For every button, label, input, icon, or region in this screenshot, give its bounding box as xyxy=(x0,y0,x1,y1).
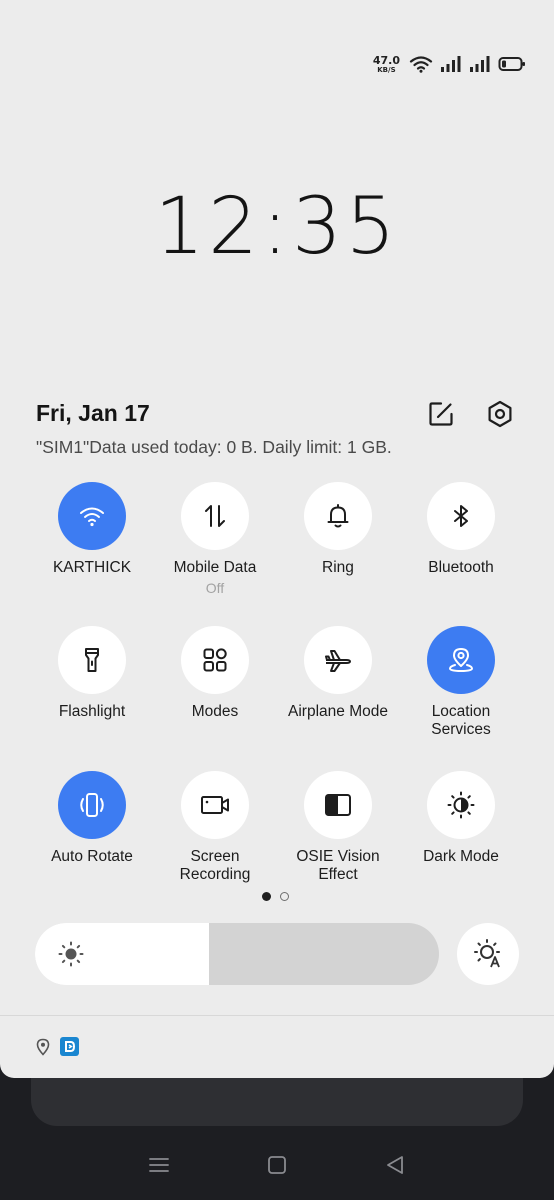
app-badge-icon xyxy=(60,1037,79,1056)
tile-airplane-mode[interactable]: Airplane Mode xyxy=(276,626,400,721)
tile-label: OSIE Vision Effect xyxy=(296,848,380,883)
tile-mobile-data[interactable]: Mobile Data Off xyxy=(153,482,277,596)
tile-location-services[interactable]: Location Services xyxy=(399,626,523,739)
dark-mode-icon xyxy=(447,791,475,819)
home-icon xyxy=(268,1156,286,1174)
vision-effect-icon xyxy=(325,794,351,816)
back-icon xyxy=(387,1156,403,1174)
tile-label: KARTHICK xyxy=(52,559,132,576)
tile-dark-mode[interactable]: Dark Mode xyxy=(399,771,523,866)
quick-settings-panel: 47.0 KB/S 12:35 Fri, Jan 17 "SIM1"Data u… xyxy=(0,0,554,1078)
tile-osie-vision-effect-button[interactable] xyxy=(304,771,372,839)
edit-icon xyxy=(429,402,453,426)
wifi-icon xyxy=(80,507,104,527)
rotate-icon xyxy=(80,793,104,817)
tile-label: Mobile Data xyxy=(173,559,257,576)
tile-auto-rotate-button[interactable] xyxy=(58,771,126,839)
tile-label: Modes xyxy=(191,703,239,720)
status-bar: 47.0 KB/S xyxy=(373,52,526,76)
flashlight-icon xyxy=(85,648,99,672)
home-button[interactable] xyxy=(262,1150,292,1180)
navigation-bar xyxy=(0,1130,554,1200)
page-dot-2[interactable] xyxy=(280,892,289,901)
tile-flashlight-button[interactable] xyxy=(58,626,126,694)
page-dot-1[interactable] xyxy=(262,892,271,901)
tile-label: Bluetooth xyxy=(428,559,494,576)
network-speed-value: 47.0 xyxy=(372,53,400,67)
tile-ring[interactable]: Ring xyxy=(276,482,400,577)
tile-label: Flashlight xyxy=(58,703,126,720)
tile-modes-button[interactable] xyxy=(181,626,249,694)
auto-brightness-button[interactable] xyxy=(457,923,519,985)
notification-icons xyxy=(36,1037,79,1056)
signal-sim2-icon xyxy=(470,56,490,72)
network-speed-unit: KB/S xyxy=(377,65,396,74)
back-button[interactable] xyxy=(380,1150,410,1180)
settings-icon xyxy=(488,400,512,428)
brightness-icon xyxy=(58,941,84,967)
bell-icon xyxy=(327,504,349,528)
tile-airplane-mode-button[interactable] xyxy=(304,626,372,694)
location-icon xyxy=(448,648,474,673)
signal-sim1-icon xyxy=(441,56,461,72)
tile-flashlight[interactable]: Flashlight xyxy=(30,626,154,721)
brightness-slider[interactable] xyxy=(35,923,439,985)
tile-dark-mode-button[interactable] xyxy=(427,771,495,839)
tile-screen-recording-button[interactable] xyxy=(181,771,249,839)
date-label: Fri, Jan 17 xyxy=(36,400,150,426)
airplane-icon xyxy=(325,650,351,672)
tile-label: Dark Mode xyxy=(423,848,499,865)
settings-button[interactable] xyxy=(484,398,516,430)
menu-icon xyxy=(149,1158,169,1172)
tile-ring-button[interactable] xyxy=(304,482,372,550)
tile-wifi-button[interactable] xyxy=(58,482,126,550)
tile-sublabel: Off xyxy=(205,580,225,596)
screen-recording-icon xyxy=(201,796,229,814)
mobile-data-icon xyxy=(205,505,225,527)
tile-screen-recording[interactable]: Screen Recording xyxy=(153,771,277,884)
divider xyxy=(0,1015,554,1016)
clock: 12:35 xyxy=(154,182,400,272)
tile-location-services-button[interactable] xyxy=(427,626,495,694)
tile-auto-rotate[interactable]: Auto Rotate xyxy=(30,771,154,866)
bluetooth-icon xyxy=(454,505,468,527)
wifi-icon xyxy=(409,56,433,73)
grid-icon xyxy=(203,648,227,672)
tile-label: Airplane Mode xyxy=(288,703,388,720)
location-pin-icon xyxy=(36,1038,50,1056)
tile-label: Screen Recording xyxy=(179,848,251,883)
page-indicator xyxy=(262,892,289,901)
tile-wifi[interactable]: KARTHICK xyxy=(30,482,154,577)
tile-label: Location Services xyxy=(431,703,491,738)
tile-bluetooth-button[interactable] xyxy=(427,482,495,550)
data-usage-text: "SIM1"Data used today: 0 B. Daily limit:… xyxy=(36,437,392,457)
tile-modes[interactable]: Modes xyxy=(153,626,277,721)
network-speed: 47.0 KB/S xyxy=(373,55,400,74)
edit-tiles-button[interactable] xyxy=(425,398,457,430)
auto-brightness-icon xyxy=(474,939,500,968)
recents-button[interactable] xyxy=(144,1150,174,1180)
tile-label: Auto Rotate xyxy=(51,848,133,865)
tile-mobile-data-button[interactable] xyxy=(181,482,249,550)
tile-label: Ring xyxy=(322,559,354,576)
tile-osie-vision-effect[interactable]: OSIE Vision Effect xyxy=(276,771,400,884)
tile-bluetooth[interactable]: Bluetooth xyxy=(399,482,523,577)
battery-icon xyxy=(498,57,525,71)
